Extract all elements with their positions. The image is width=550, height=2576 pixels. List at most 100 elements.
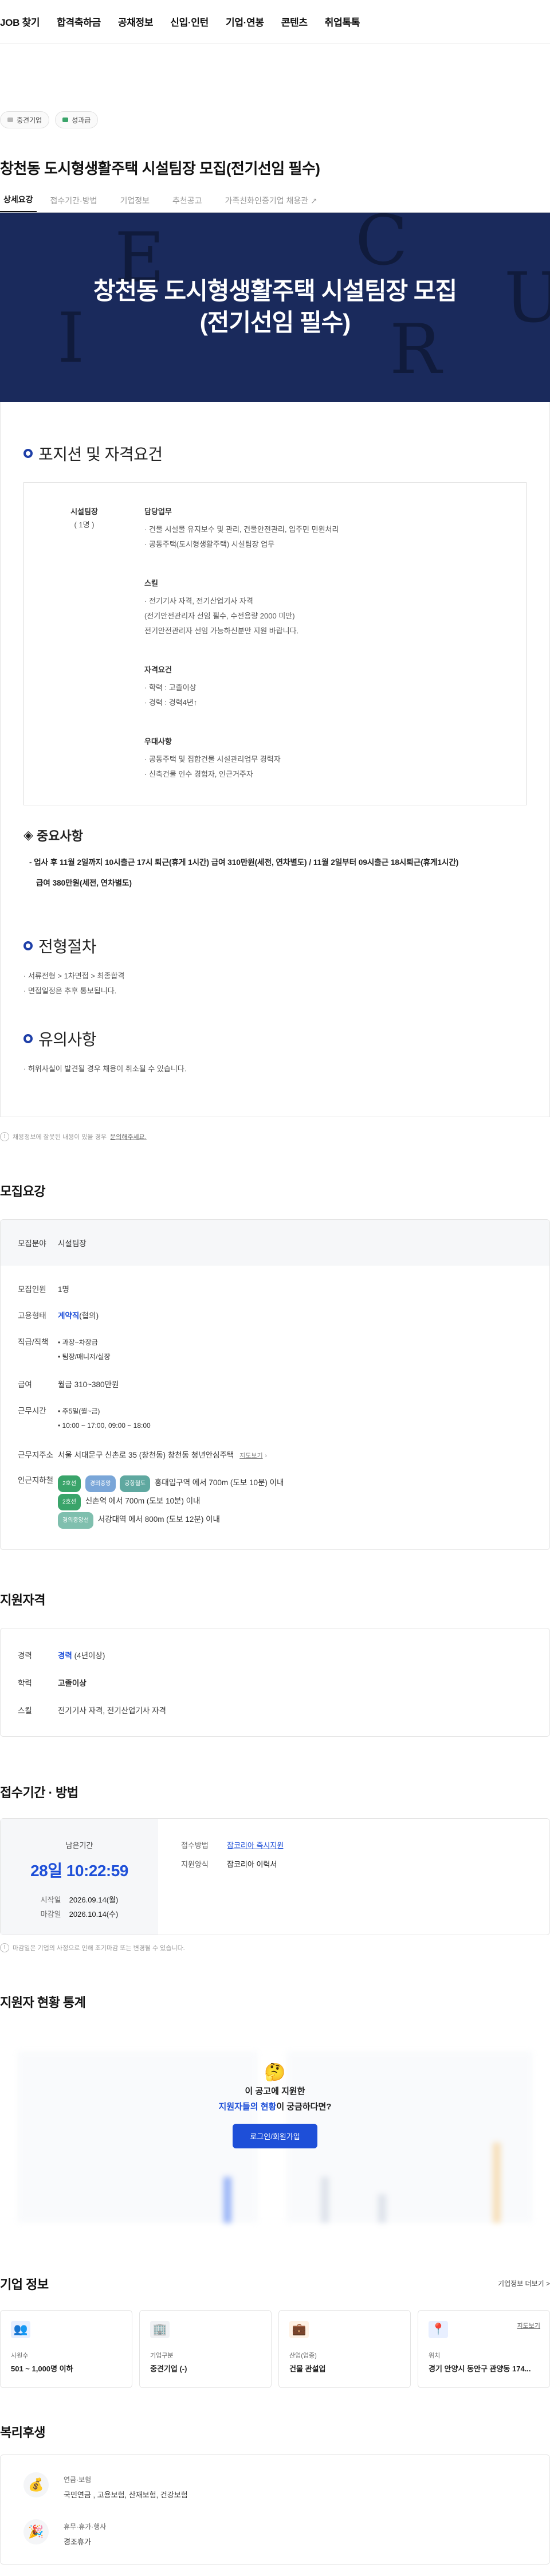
banner-deco: C	[355, 213, 408, 281]
tab-family[interactable]: 가족친화인증기업 채용관 ↗	[225, 195, 327, 212]
nav-content[interactable]: 콘텐츠	[281, 14, 308, 29]
row-label: 근무시간	[18, 1407, 46, 1416]
banner-line-2: (전기선임 필수)	[199, 309, 351, 336]
list-item: · 공동주택 및 집합건물 시설관리업무 경력자	[144, 755, 281, 764]
remain-label: 남은기간	[65, 1841, 93, 1850]
location-pin-icon: 📍	[429, 2320, 448, 2338]
qualify-row: 경력 경력 (4년이상)	[1, 1649, 549, 1661]
report-link[interactable]: 문의해주세요.	[110, 1132, 147, 1141]
banner-deco: U	[504, 259, 550, 338]
sub: (협의)	[79, 1311, 99, 1320]
block-title: 우대사항	[144, 737, 172, 746]
station-text: 서강대역 에서 800m (도보 12분) 이내	[97, 1514, 220, 1524]
job-banner: E C I R U 창천동 도시형생활주택 시설팀장 모집 (전기선임 필수)	[0, 213, 550, 402]
preferred-block: 우대사항 · 공동주택 및 집합건물 시설관리업무 경력자 · 신축건물 인수 …	[144, 735, 526, 782]
line-tag: 경의중앙	[85, 1475, 116, 1492]
recruit-row: 근무지주소 서울 서대문구 신촌로 35 (창천동) 창천동 청년안심주택 지도…	[1, 1448, 549, 1460]
section-heading: 유의사항	[23, 1027, 527, 1050]
apply-method: 접수방법 잡코리아 즉시지원 지원양식 잡코리아 이력서	[158, 1819, 284, 1935]
welfare-title: 휴무·휴가·행사	[64, 2522, 107, 2531]
station-text: 홍대입구역 에서 700m (도보 10분) 이내	[154, 1478, 284, 1487]
login-signup-button[interactable]: 로그인/회원가입	[233, 2123, 317, 2148]
card-value: 중견기업 (-)	[150, 2364, 187, 2373]
card-value: 501 ~ 1,000명 이하	[11, 2364, 73, 2373]
nav-company[interactable]: 기업·연봉	[226, 14, 264, 29]
info-icon: !	[0, 1132, 9, 1141]
top-nav: JOB 찾기 합격축하금 공채정보 신입·인턴 기업·연봉 콘텐츠 취업톡톡	[0, 0, 550, 44]
company-card-location: 📍 지도보기 위치 경기 안양시 동안구 관양동 174...	[418, 2309, 550, 2388]
thinking-face-icon: 🤔	[264, 2062, 286, 2082]
block-title: 자격요건	[144, 665, 172, 674]
row-value: 시설팀장	[58, 1239, 87, 1248]
building-icon	[7, 118, 13, 122]
prompt-emphasis: 지원자들의 현황	[218, 2101, 277, 2112]
prompt-rest: 이 궁금하다면?	[276, 2101, 332, 2112]
card-label: 기업구분	[150, 2352, 174, 2359]
nav-intern[interactable]: 신입·인턴	[170, 14, 209, 29]
row-value: 경력 (4년이상)	[58, 1649, 549, 1661]
map-link[interactable]: 지도보기	[239, 1453, 262, 1459]
emphasis: 계약직	[58, 1311, 80, 1320]
station-text: 신촌역 에서 700m (도보 10분) 이내	[85, 1496, 201, 1505]
tab-company[interactable]: 기업정보	[120, 195, 159, 212]
company-header: 기업 정보 기업정보 더보기 >	[0, 2274, 550, 2293]
tag-chips: 중견기업 성과급	[0, 111, 550, 128]
bottom-spacer	[0, 2565, 550, 2576]
nav-talk[interactable]: 취업톡톡	[325, 14, 360, 29]
end-label: 마감일	[40, 1909, 61, 1919]
banner-deco: I	[57, 299, 85, 378]
chip-label: 중견기업	[17, 116, 42, 124]
station-item: 2호선 경의중앙 공항철도 홍대입구역 에서 700m (도보 10분) 이내	[58, 1474, 549, 1492]
row-value: 서울 서대문구 신촌로 35 (창천동) 창천동 청년안심주택 지도보기 ›	[58, 1448, 549, 1460]
nav-job[interactable]: JOB 찾기	[0, 14, 40, 29]
position-box: 시설팀장 ( 1명 ) 담당업무 · 건물 시설물 유지보수 및 관리, 건물안…	[23, 482, 527, 805]
money-icon	[62, 118, 69, 122]
recruit-body: 모집인원 1명 고용형태 계약직(협의) 직급/직책 • 과장~차장급 • 팀장…	[1, 1266, 549, 1549]
line-tag: 2호선	[58, 1475, 81, 1492]
recruit-row: 인근지하철 2호선 경의중앙 공항철도 홍대입구역 에서 700m (도보 10…	[1, 1474, 549, 1529]
list-item: · 경력 : 경력4년↑	[144, 698, 198, 707]
prompt-line-2: 지원자들의 현황이 궁금하다면?	[0, 2100, 550, 2112]
station-item: 경의중앙선 서강대역 에서 800m (도보 12분) 이내	[58, 1510, 549, 1529]
line-tag: 2호선	[58, 1493, 81, 1510]
start-date: 2026.09.14(월)	[69, 1895, 119, 1904]
row-label: 고용형태	[18, 1311, 46, 1320]
tab-recommend[interactable]: 추천공고	[172, 195, 211, 212]
remain-timer: 28일 10:22:59	[30, 1861, 128, 1880]
recruit-row: 모집분야 시설팀장	[1, 1219, 549, 1266]
company-more-link[interactable]: 기업정보 더보기 >	[498, 2279, 550, 2288]
role-count: ( 1명 )	[74, 520, 95, 529]
apply-countdown: 남은기간 28일 10:22:59 시작일 2026.09.14(월) 마감일 20…	[1, 1818, 158, 1935]
qualify-table: 경력 경력 (4년이상) 학력 고졸이상 스킬 전기기사 자격, 전기산업기사 …	[0, 1627, 550, 1737]
card-value: 건물 관설업	[289, 2364, 326, 2373]
recruit-table: 모집분야 시설팀장 모집인원 1명 고용형태 계약직(협의) 직급/직책 • 과…	[0, 1219, 550, 1550]
job-title: 창천동 도시형생활주택 시설팀장 모집(전기선임 필수)	[0, 160, 320, 177]
chip-label: 성과급	[72, 116, 91, 124]
important-heading: ◈ 중요사항	[23, 826, 527, 844]
heading-text: 전형절차	[38, 937, 97, 956]
quick-apply-link[interactable]: 잡코리아 즉시지원	[227, 1841, 284, 1850]
banner-title: 창천동 도시형생활주택 시설팀장 모집 (전기선임 필수)	[93, 276, 457, 338]
nav-public[interactable]: 공채정보	[118, 14, 154, 29]
qualify-row: 스킬 전기기사 자격, 전기산업기사 자격	[1, 1704, 549, 1716]
list-item: · 건물 시설물 유지보수 및 관리, 건물안전관리, 입주민 민원처리	[144, 525, 339, 534]
banner-line-1: 창천동 도시형생활주택 시설팀장 모집	[93, 277, 457, 305]
row-value: 전기기사 자격, 전기산업기사 자격	[58, 1706, 166, 1715]
recruit-row: 근무시간 • 주5일(월~금) • 10:00 ~ 17:00, 09:00 ~…	[1, 1404, 549, 1433]
process-list: · 서류전형 > 1차면접 > 최종합격 · 면접일정은 추후 통보됩니다.	[23, 969, 527, 999]
apply-box: 남은기간 28일 10:22:59 시작일 2026.09.14(월) 마감일 20…	[0, 1818, 550, 1935]
important-line: - 업사 후 11월 2일까지 10시출근 17시 퇴근(휴게 1시간) 급여 …	[29, 858, 459, 867]
qualification-block: 자격요건 · 학력 : 고졸이상 · 경력 : 경력4년↑	[144, 664, 526, 710]
sub: (4년이상)	[74, 1651, 105, 1660]
nav-bonus[interactable]: 합격축하금	[57, 14, 101, 29]
line-tag: 경의중앙선	[58, 1512, 93, 1529]
chevron-right-icon: ›	[265, 1452, 268, 1459]
list-item: · 신축건물 인수 경험자, 인근거주자	[144, 770, 253, 778]
tab-apply[interactable]: 접수기간·방법	[50, 195, 107, 212]
row-label: 학력	[18, 1678, 32, 1688]
section-title-stats: 지원자 현황 통계	[0, 1995, 86, 2010]
station-item: 2호선 신촌역 에서 700m (도보 10분) 이내	[58, 1492, 549, 1510]
map-link[interactable]: 지도보기	[517, 2321, 540, 2330]
tab-detail[interactable]: 상세요강	[0, 194, 37, 212]
row-label: 근무지주소	[18, 1450, 54, 1459]
